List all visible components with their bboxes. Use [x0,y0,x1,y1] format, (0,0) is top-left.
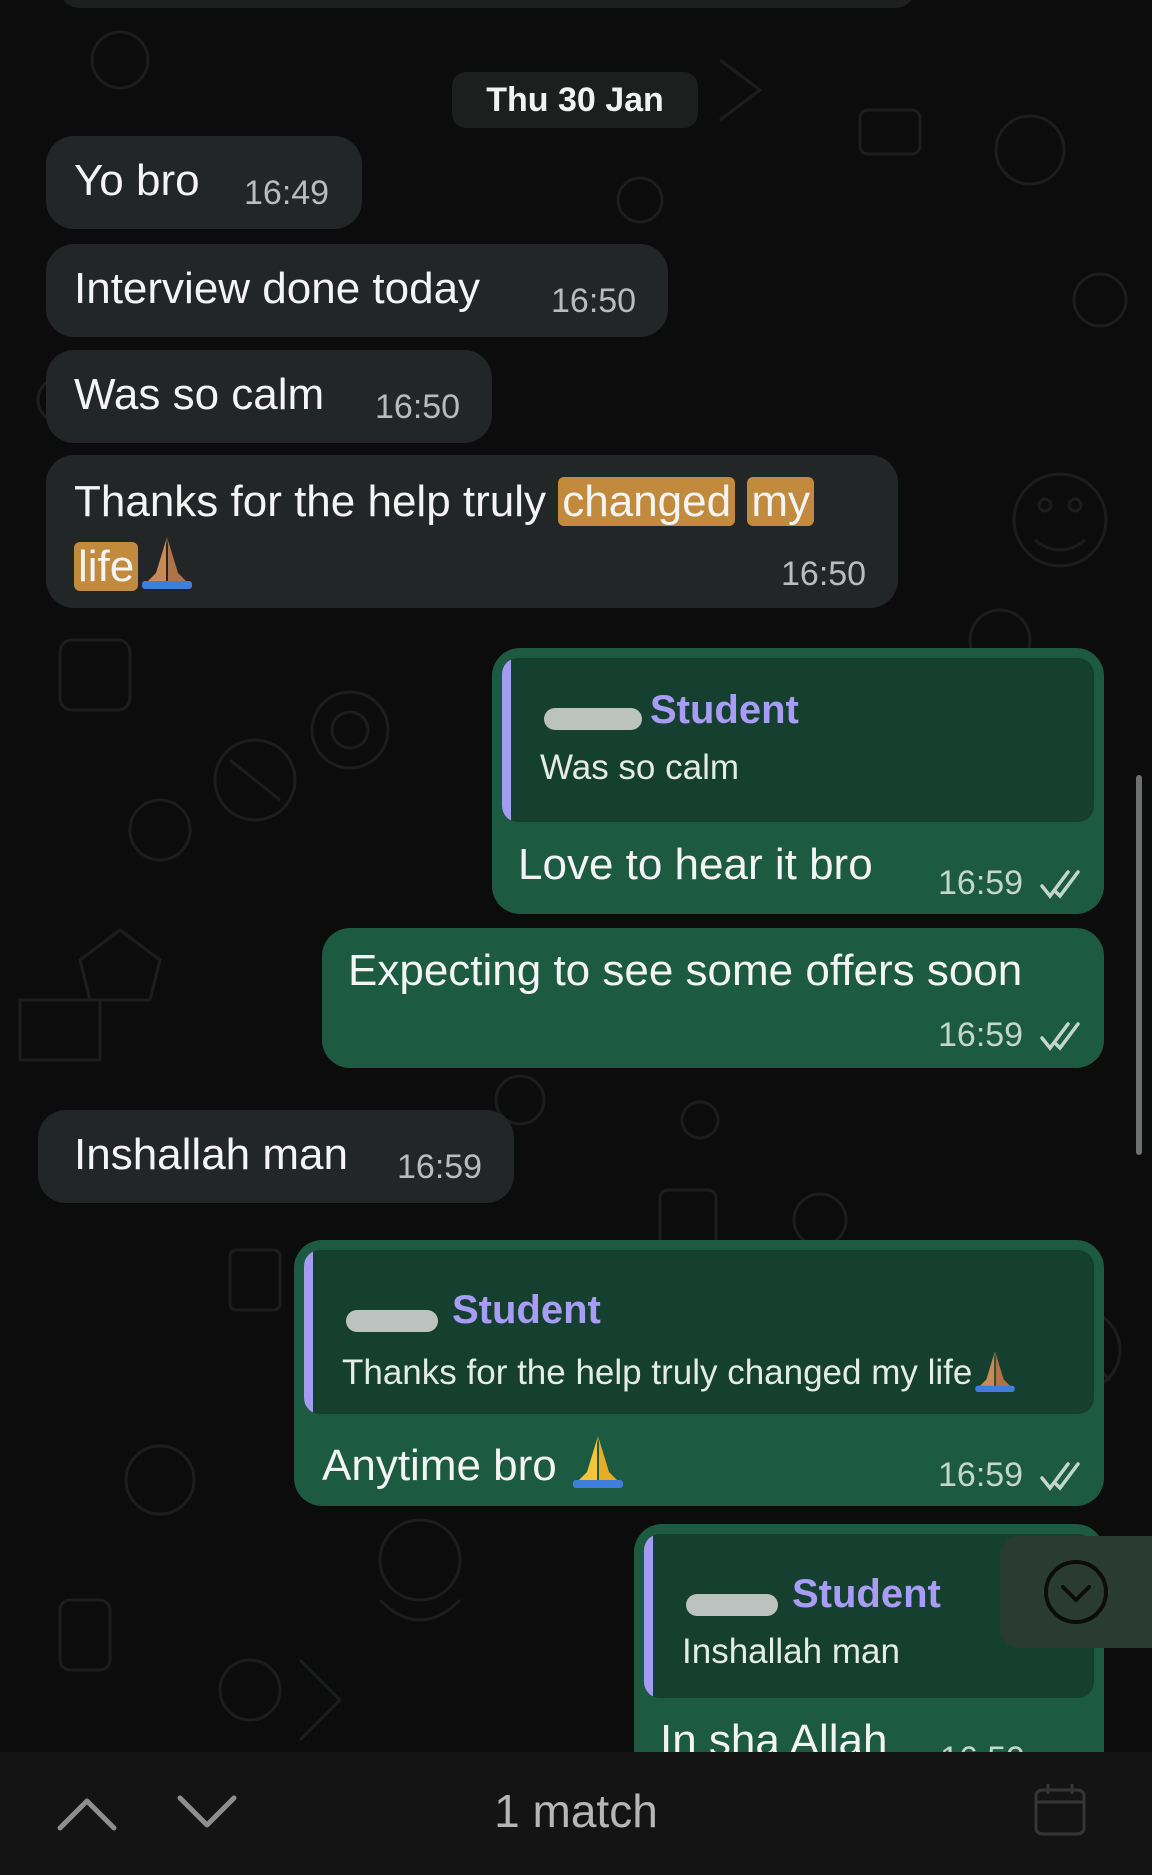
message-text: Inshallah man [74,1130,348,1179]
quote-sender-name: Student [452,1288,601,1332]
search-highlight: life [74,542,139,591]
incoming-message[interactable]: Was so calm 16:50 [46,350,492,443]
calendar-icon[interactable] [1030,1780,1090,1840]
folded-hands-emoji [975,1351,1015,1392]
match-count: 1 match [494,1785,658,1837]
redacted-name [686,1594,778,1616]
search-highlight: changed [558,477,736,526]
message-text: Yo bro [74,156,200,205]
incoming-message[interactable]: Yo bro 16:49 [46,136,362,229]
message-text: Thanks for the help truly changed my lif… [74,471,814,598]
scroll-to-bottom-button[interactable] [1000,1536,1152,1648]
quote-text-content: Thanks for the help truly changed my lif… [342,1353,973,1392]
message-text: In sha Allah [660,1716,888,1752]
message-text: Love to hear it bro [518,840,873,889]
quote-text: Thanks for the help truly changed my lif… [342,1348,1018,1393]
quote-text: Inshallah man [682,1632,900,1671]
message-time: 16:59 [938,864,1024,902]
message-time: 16:59 [940,1740,1025,1752]
redacted-name [544,708,642,730]
outgoing-message[interactable]: Student Was so calm Love to hear it bro … [492,648,1104,914]
quoted-message[interactable]: Student Thanks for the help truly change… [304,1250,1094,1414]
quote-sender-name: Student [792,1572,941,1616]
double-check-icon [1040,870,1080,899]
double-check-icon [1040,1462,1080,1491]
folded-hands-emoji [573,1436,623,1488]
message-text: Expecting to see some offers soon [348,946,1023,995]
header-remnant [60,0,915,8]
search-navigation-bar: 1 match [0,1752,1152,1875]
search-highlight: my [747,477,814,526]
quote-accent-bar [304,1250,313,1414]
message-time: 16:59 [938,1016,1024,1054]
quote-accent-bar [502,658,511,822]
message-text: Was so calm [74,370,325,419]
message-time: 16:50 [781,555,867,593]
message-text-part: Thanks for the help truly [74,477,559,526]
message-text: Anytime bro [322,1432,627,1491]
incoming-message[interactable]: Interview done today 16:50 [46,244,668,337]
message-time: 16:59 [938,1456,1024,1494]
outgoing-message[interactable]: Expecting to see some offers soon 16:59 [322,928,1104,1068]
double-check-icon [1040,1022,1080,1051]
quote-text: Was so calm [540,748,740,787]
message-time: 16:59 [397,1148,483,1186]
outgoing-message[interactable]: Student Thanks for the help truly change… [294,1240,1104,1506]
message-text-content: Anytime bro [322,1441,557,1490]
quote-accent-bar [644,1534,653,1698]
incoming-message[interactable]: Thanks for the help truly changed my lif… [46,455,898,608]
redacted-name [346,1310,438,1332]
quote-sender-name: Student [650,688,799,732]
chevron-down-circle-icon [1044,1560,1108,1624]
message-time: 16:50 [551,282,637,320]
incoming-message[interactable]: Inshallah man 16:59 [38,1110,514,1203]
message-time: 16:50 [375,388,461,426]
date-separator: Thu 30 Jan [452,72,698,128]
folded-hands-emoji [142,537,193,589]
chat-area[interactable]: Thu 30 Jan Yo bro 16:49 Interview done t… [0,0,1152,1752]
quoted-message[interactable]: Student Was so calm [502,658,1094,822]
scrollbar[interactable] [1136,775,1142,1155]
message-time: 16:49 [244,174,330,212]
message-text: Interview done today [74,264,481,313]
